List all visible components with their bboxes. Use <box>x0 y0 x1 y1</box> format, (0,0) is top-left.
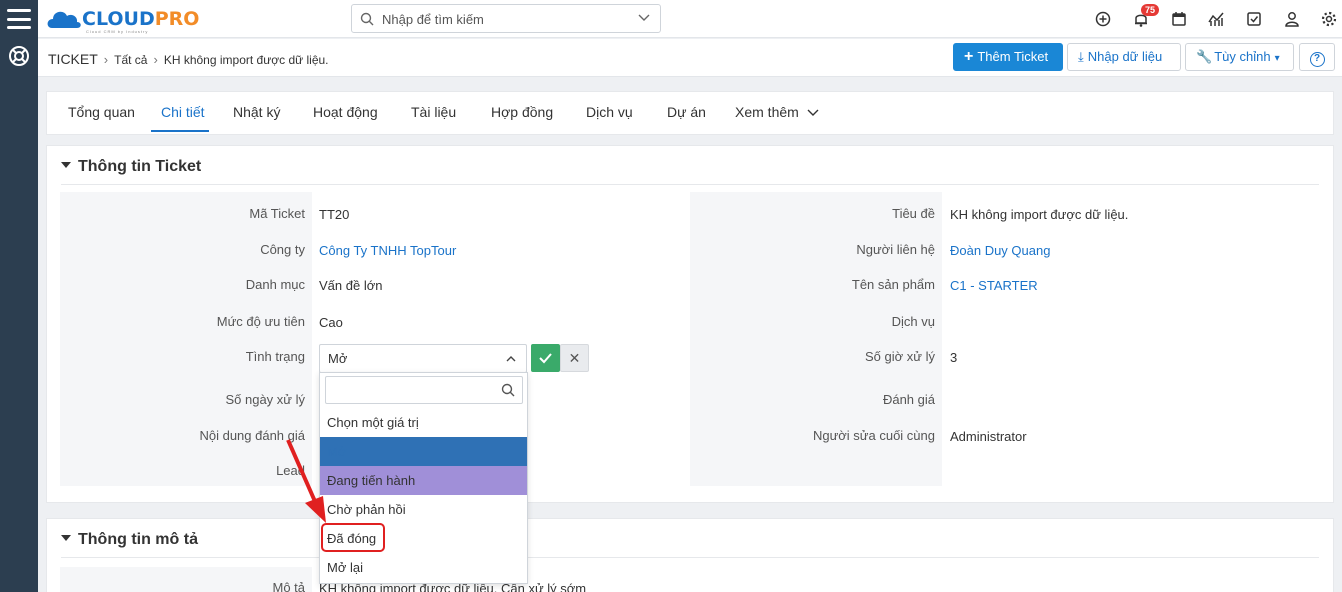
search-placeholder: Nhập để tìm kiếm <box>382 12 484 27</box>
tab-bar: Tổng quan Chi tiết Nhật ký Hoạt động Tài… <box>46 91 1334 135</box>
active-tab-indicator <box>151 130 209 132</box>
brand-tagline: Cloud CRM by Industry <box>86 29 149 34</box>
dropdown-option[interactable]: Chờ phản hồi <box>320 495 527 524</box>
dropdown-option[interactable]: Mở lại <box>320 553 527 582</box>
field-label-title: Tiêu đề <box>892 206 935 221</box>
lifebuoy-icon[interactable] <box>8 45 30 67</box>
notification-badge: 75 <box>1141 4 1159 16</box>
download-icon: ⤓ <box>1078 49 1084 64</box>
help-icon: ? <box>1309 52 1325 67</box>
tab-more[interactable]: Xem thêm <box>735 104 819 120</box>
field-label-category: Danh mục <box>245 277 305 292</box>
field-label-service: Dịch vụ <box>891 314 935 329</box>
search-icon <box>360 12 374 26</box>
field-label-last-modified: Người sửa cuối cùng <box>812 428 935 443</box>
chart-icon[interactable] <box>1207 10 1225 28</box>
field-label-days: Số ngày xử lý <box>225 392 305 407</box>
breadcrumb-current: KH không import được dữ liệu. <box>163 53 329 67</box>
field-label-rating: Đánh giá <box>882 392 935 407</box>
tab-contracts[interactable]: Hợp đồng <box>491 104 553 120</box>
tab-activity[interactable]: Hoạt động <box>313 104 378 120</box>
close-icon: ✕ <box>568 350 581 366</box>
calendar-icon[interactable] <box>1170 10 1188 28</box>
add-ticket-button[interactable]: + Thêm Ticket <box>953 43 1063 71</box>
add-circle-icon[interactable] <box>1094 10 1112 28</box>
chevron-down-icon: ▾ <box>1274 53 1280 64</box>
breadcrumb-bar: TICKET › Tất cả › KH không import được dữ li… <box>38 39 1342 77</box>
dropdown-search-input[interactable] <box>325 376 523 404</box>
field-label-company: Công ty <box>260 242 305 257</box>
annotation-highlight-box <box>321 523 385 552</box>
chevron-down-icon[interactable] <box>638 14 650 22</box>
field-value-category[interactable]: Vấn đề lớn <box>319 278 382 293</box>
plus-icon: + <box>964 48 974 65</box>
field-label-review-content: Nội dung đánh giá <box>199 428 305 443</box>
dropdown-option-hovered[interactable]: Đang tiến hành <box>320 466 527 495</box>
breadcrumb-all[interactable]: Tất cả <box>114 53 147 67</box>
chevron-up-icon <box>506 356 516 362</box>
field-value-product[interactable]: C1 - STARTER <box>950 278 1038 293</box>
check-icon <box>539 353 552 364</box>
tab-projects[interactable]: Dự án <box>667 104 706 120</box>
field-value-last-modified: Administrator <box>950 429 1027 444</box>
caret-down-icon <box>61 534 71 541</box>
confirm-button[interactable] <box>531 344 560 372</box>
breadcrumb-module[interactable]: TICKET <box>48 51 98 67</box>
section-header[interactable]: Thông tin Ticket <box>61 158 201 176</box>
divider <box>61 557 1319 558</box>
field-label-hours: Số giờ xử lý <box>865 349 935 364</box>
import-button[interactable]: ⤓ Nhập dữ liệu <box>1067 43 1181 71</box>
status-select-value: Mở <box>328 351 348 366</box>
field-value-priority[interactable]: Cao <box>319 315 343 330</box>
field-label-status: Tình trạng <box>245 349 305 364</box>
field-value-hours[interactable]: 3 <box>950 350 957 365</box>
wrench-icon: 🔧 <box>1196 49 1213 64</box>
field-value-title[interactable]: KH không import được dữ liệu. <box>950 207 1128 222</box>
task-check-icon[interactable] <box>1245 10 1263 28</box>
menu-icon[interactable] <box>6 6 32 32</box>
cloud-icon <box>47 11 81 28</box>
dropdown-option[interactable]: Chọn một giá trị <box>320 408 527 437</box>
field-label-description: Mô tả <box>272 580 305 592</box>
field-value-company[interactable]: Công Ty TNHH TopTour <box>319 243 456 258</box>
tab-log[interactable]: Nhật ký <box>233 104 280 120</box>
search-input[interactable]: Nhập để tìm kiếm <box>351 4 661 33</box>
brand-name: CLOUDPRO <box>82 8 200 30</box>
tab-details[interactable]: Chi tiết <box>161 104 205 120</box>
status-dropdown: Chọn một giá trị Mở Đang tiến hành Chờ p… <box>319 372 528 584</box>
dropdown-option-selected[interactable]: Mở <box>320 437 527 466</box>
gear-icon[interactable] <box>1320 10 1338 28</box>
divider <box>61 184 1319 185</box>
status-select[interactable]: Mở <box>319 344 527 373</box>
user-icon[interactable] <box>1283 10 1301 28</box>
customize-button[interactable]: 🔧 Tùy chỉnh ▾ <box>1185 43 1294 71</box>
caret-down-icon <box>61 161 71 168</box>
tab-services[interactable]: Dịch vụ <box>586 104 633 120</box>
logo[interactable]: CLOUDPRO Cloud CRM by Industry <box>44 4 199 36</box>
search-icon <box>501 383 515 397</box>
field-value-ticket-code[interactable]: TT20 <box>319 207 349 222</box>
section-header[interactable]: Thông tin mô tả <box>61 531 198 549</box>
left-rail <box>0 0 38 592</box>
chevron-right-icon: › <box>153 52 158 67</box>
chevron-down-icon <box>807 109 819 116</box>
field-label-contact: Người liên hệ <box>856 242 935 257</box>
field-label-product: Tên sản phẩm <box>851 277 935 292</box>
field-label-lead: Lead <box>276 463 305 478</box>
help-button[interactable]: ? <box>1299 43 1335 71</box>
cancel-button[interactable]: ✕ <box>560 344 589 372</box>
tab-overview[interactable]: Tổng quan <box>68 104 135 120</box>
field-label-priority: Mức độ ưu tiên <box>216 314 305 329</box>
field-value-contact[interactable]: Đoàn Duy Quang <box>950 243 1050 258</box>
field-label-ticket-code: Mã Ticket <box>249 206 305 221</box>
chevron-right-icon: › <box>103 52 109 67</box>
tab-documents[interactable]: Tài liệu <box>411 104 456 120</box>
breadcrumb: TICKET › Tất cả › KH không import được dữ li… <box>48 51 329 67</box>
